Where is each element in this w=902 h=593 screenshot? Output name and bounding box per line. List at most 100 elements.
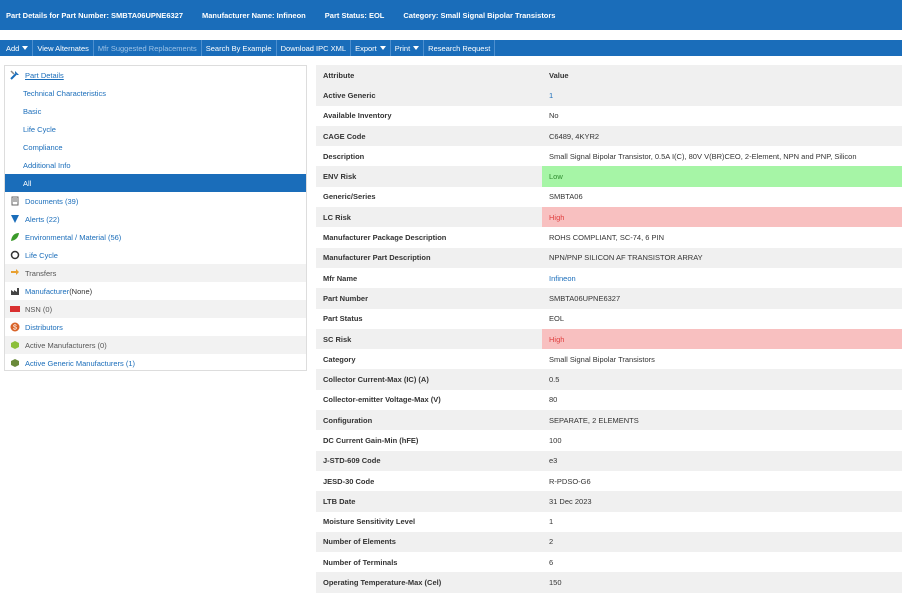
view-alternates-button[interactable]: View Alternates bbox=[33, 40, 94, 56]
attribute-name: J-STD-609 Code bbox=[323, 456, 381, 466]
attribute-value: ROHS COMPLIANT, SC-74, 6 PIN bbox=[549, 233, 665, 243]
documents-icon bbox=[10, 196, 20, 206]
attribute-name: ENV Risk bbox=[323, 172, 357, 182]
attribute-value: e3 bbox=[549, 456, 558, 466]
attribute-name: Manufacturer Part Description bbox=[323, 253, 431, 263]
attribute-value: 2 bbox=[549, 537, 554, 547]
cube-icon bbox=[10, 340, 20, 350]
attribute-value[interactable]: 1 bbox=[542, 85, 902, 105]
attribute-name: Manufacturer Package Description bbox=[323, 233, 447, 243]
sidebar-item-nsn[interactable]: NSN (0) bbox=[5, 300, 306, 318]
sidebar-item-alerts[interactable]: Alerts (22) bbox=[5, 210, 306, 228]
nsn-icon bbox=[10, 304, 20, 314]
attribute-name: LTB Date bbox=[323, 496, 356, 506]
attribute-name: Configuration bbox=[323, 415, 373, 425]
attribute-value: 0.5 bbox=[549, 375, 560, 385]
attribute-name: CAGE Code bbox=[323, 131, 366, 141]
part-title-bar: Part Details for Part Number: SMBTA06UPN… bbox=[0, 0, 902, 30]
attribute-name: SC Risk bbox=[323, 334, 352, 344]
export-menu-button[interactable]: Export bbox=[351, 40, 391, 56]
table-row: DC Current Gain-Min (hFE) 100 bbox=[316, 430, 902, 450]
sidebar-item-all[interactable]: All bbox=[5, 174, 306, 192]
manufacturer-title: Manufacturer Name: Infineon bbox=[202, 10, 306, 20]
table-header: Attribute Value bbox=[316, 65, 902, 86]
attribute-name: Moisture Sensitivity Level bbox=[323, 517, 416, 527]
attribute-name: Category bbox=[323, 354, 356, 364]
sidebar-item-transfers[interactable]: Transfers bbox=[5, 264, 306, 282]
table-row: Part Number SMBTA06UPNE6327 bbox=[316, 288, 902, 309]
attribute-value: Small Signal Bipolar Transistors bbox=[549, 354, 655, 364]
table-row: Part Status EOL bbox=[316, 309, 902, 329]
sidebar-item-active-manufacturers[interactable]: Active Manufacturers (0) bbox=[5, 336, 306, 354]
table-row: Moisture Sensitivity Level 1 bbox=[316, 512, 902, 532]
table-row: JESD-30 Code R-PDSO-G6 bbox=[316, 471, 902, 491]
sidebar-item-life-cycle-sub[interactable]: Life Cycle bbox=[5, 120, 306, 138]
sidebar-item-compliance[interactable]: Compliance bbox=[5, 138, 306, 156]
print-menu-button[interactable]: Print bbox=[391, 40, 425, 56]
attribute-name: Active Generic bbox=[323, 90, 376, 100]
attribute-column-header[interactable]: Attribute bbox=[316, 71, 542, 80]
value-column-header[interactable]: Value bbox=[542, 65, 902, 85]
research-request-button[interactable]: Research Request bbox=[424, 40, 496, 56]
dollar-icon: $ bbox=[10, 322, 20, 332]
attribute-name: Mfr Name bbox=[323, 273, 358, 283]
search-by-example-button[interactable]: Search By Example bbox=[202, 40, 277, 56]
sidebar-item-technical[interactable]: Technical Characteristics bbox=[5, 84, 306, 102]
mfr-suggested-replacements-button[interactable]: Mfr Suggested Replacements bbox=[94, 40, 202, 56]
table-row: Category Small Signal Bipolar Transistors bbox=[316, 349, 902, 369]
attribute-name: Collector-emitter Voltage-Max (V) bbox=[323, 395, 441, 405]
attribute-name: Number of Terminals bbox=[323, 557, 398, 567]
attribute-name: Part Number bbox=[323, 293, 369, 303]
sidebar-item-active-generic-manufacturers[interactable]: Active Generic Manufacturers (1) bbox=[5, 354, 306, 372]
attribute-value: 6 bbox=[549, 557, 554, 567]
attribute-value: 100 bbox=[549, 435, 562, 445]
attribute-value: NPN/PNP SILICON AF TRANSISTOR ARRAY bbox=[549, 253, 703, 263]
attribute-value: SEPARATE, 2 ELEMENTS bbox=[549, 415, 639, 425]
sidebar-item-manufacturer[interactable]: Manufacturer (None) bbox=[5, 282, 306, 300]
svg-text:$: $ bbox=[13, 325, 17, 332]
alert-icon bbox=[10, 214, 20, 224]
attribute-value: EOL bbox=[549, 314, 565, 324]
table-row: Number of Terminals 6 bbox=[316, 552, 902, 572]
attribute-value: No bbox=[549, 111, 559, 121]
table-row: Mfr Name Infineon bbox=[316, 268, 902, 288]
status-title: Part Status: EOL bbox=[324, 10, 385, 20]
leaf-icon bbox=[10, 232, 20, 242]
sidebar-item-environmental[interactable]: Environmental / Material (56) bbox=[5, 228, 306, 246]
sidebar-item-basic[interactable]: Basic bbox=[5, 102, 306, 120]
attribute-value: High bbox=[542, 207, 902, 228]
table-row: Configuration SEPARATE, 2 ELEMENTS bbox=[316, 410, 902, 431]
attribute-name: Collector Current-Max (IC) (A) bbox=[323, 375, 429, 385]
table-row: Collector-emitter Voltage-Max (V) 80 bbox=[316, 390, 902, 410]
table-row: J-STD-609 Code e3 bbox=[316, 450, 902, 471]
attribute-name: DC Current Gain-Min (hFE) bbox=[323, 435, 419, 445]
attribute-name: Generic/Series bbox=[323, 192, 376, 202]
cube-icon bbox=[10, 358, 20, 368]
tools-icon bbox=[10, 70, 20, 80]
sidebar-item-distributors[interactable]: $ Distributors bbox=[5, 318, 306, 336]
table-row: Manufacturer Part Description NPN/PNP SIL… bbox=[316, 247, 902, 268]
table-row: LTB Date 31 Dec 2023 bbox=[316, 491, 902, 512]
attribute-value: SMBTA06 bbox=[549, 192, 583, 202]
sidebar-item-life-cycle[interactable]: Life Cycle bbox=[5, 246, 306, 264]
attribute-value: SMBTA06UPNE6327 bbox=[549, 293, 621, 303]
attributes-table: Attribute Value Active Generic 1 Available… bbox=[316, 65, 902, 593]
sidebar-item-additional[interactable]: Additional Info bbox=[5, 156, 306, 174]
download-ipc-xml-button[interactable]: Download IPC XML bbox=[277, 40, 352, 56]
table-row: Description Small Signal Bipolar Transist… bbox=[316, 146, 902, 166]
attribute-value: 1 bbox=[549, 517, 554, 527]
table-row: SC Risk High bbox=[316, 328, 902, 350]
attribute-name: Number of Elements bbox=[323, 537, 396, 547]
chevron-down-icon bbox=[379, 46, 386, 50]
attribute-value: Low bbox=[542, 166, 902, 187]
attribute-value[interactable]: Infineon bbox=[542, 268, 902, 288]
transfer-icon bbox=[10, 268, 20, 278]
attribute-value: C6489, 4KYR2 bbox=[549, 131, 600, 141]
attribute-value: Small Signal Bipolar Transistor, 0.5A I(… bbox=[549, 151, 857, 161]
add-menu-button[interactable]: Add bbox=[2, 40, 34, 56]
table-row: Available Inventory No bbox=[316, 106, 902, 126]
chevron-down-icon bbox=[413, 46, 420, 50]
sidebar-item-part-details[interactable]: Part Details bbox=[5, 66, 306, 84]
attribute-value: 31 Dec 2023 bbox=[549, 496, 592, 506]
sidebar-item-documents[interactable]: Documents (39) bbox=[5, 192, 306, 210]
